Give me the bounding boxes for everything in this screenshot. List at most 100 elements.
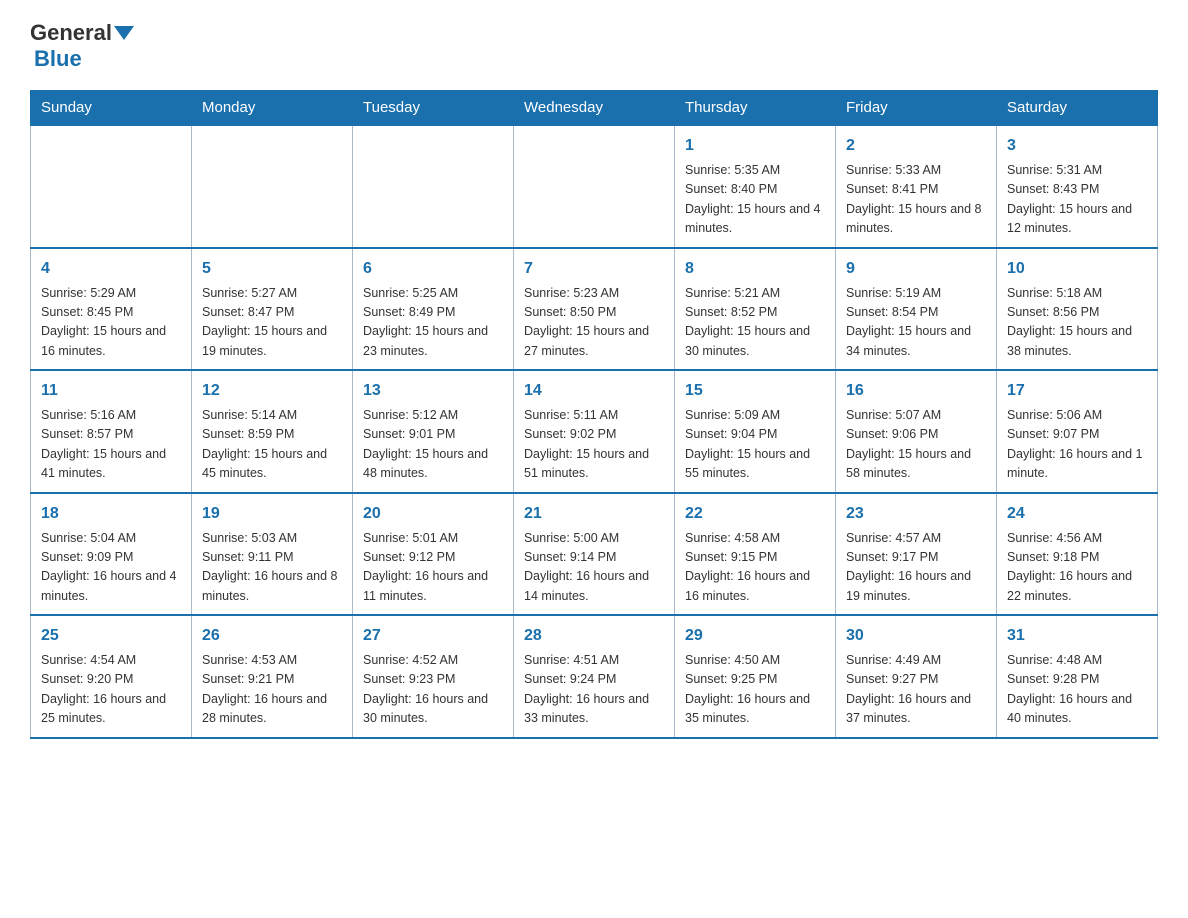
- day-number: 22: [685, 502, 825, 526]
- col-header-saturday: Saturday: [997, 91, 1158, 126]
- day-info: Sunrise: 4:52 AM Sunset: 9:23 PM Dayligh…: [363, 651, 503, 729]
- col-header-tuesday: Tuesday: [353, 91, 514, 126]
- day-number: 6: [363, 257, 503, 281]
- day-info: Sunrise: 4:50 AM Sunset: 9:25 PM Dayligh…: [685, 651, 825, 729]
- col-header-monday: Monday: [192, 91, 353, 126]
- calendar-cell: 16 Sunrise: 5:07 AM Sunset: 9:06 PM Dayli…: [836, 370, 997, 493]
- day-info: Sunrise: 5:35 AM Sunset: 8:40 PM Dayligh…: [685, 161, 825, 239]
- calendar-cell: [31, 125, 192, 248]
- day-number: 24: [1007, 502, 1147, 526]
- calendar-cell: 5 Sunrise: 5:27 AM Sunset: 8:47 PM Daylig…: [192, 248, 353, 371]
- day-number: 9: [846, 257, 986, 281]
- day-number: 18: [41, 502, 181, 526]
- col-header-thursday: Thursday: [675, 91, 836, 126]
- day-number: 20: [363, 502, 503, 526]
- week-row-3: 11Sunrise: 5:16 AM Sunset: 8:57 PM Dayli…: [31, 370, 1158, 493]
- triangle-icon: [114, 26, 134, 40]
- calendar-cell: [514, 125, 675, 248]
- calendar-cell: 24 Sunrise: 4:56 AM Sunset: 9:18 PM Dayli…: [997, 493, 1158, 616]
- day-info: Sunrise: 5:14 AM Sunset: 8:59 PM Dayligh…: [202, 406, 342, 484]
- day-number: 17: [1007, 379, 1147, 403]
- calendar-cell: 28 Sunrise: 4:51 AM Sunset: 9:24 PM Dayli…: [514, 615, 675, 738]
- calendar-cell: 17 Sunrise: 5:06 AM Sunset: 9:07 PM Dayli…: [997, 370, 1158, 493]
- day-number: 26: [202, 624, 342, 648]
- day-info: Sunrise: 4:48 AM Sunset: 9:28 PM Dayligh…: [1007, 651, 1147, 729]
- calendar-cell: 6Sunrise: 5:25 AM Sunset: 8:49 PM Daylig…: [353, 248, 514, 371]
- calendar-cell: [192, 125, 353, 248]
- calendar-cell: 10Sunrise: 5:18 AM Sunset: 8:56 PM Dayli…: [997, 248, 1158, 371]
- day-number: 29: [685, 624, 825, 648]
- day-info: Sunrise: 5:07 AM Sunset: 9:06 PM Dayligh…: [846, 406, 986, 484]
- calendar-cell: 2 Sunrise: 5:33 AM Sunset: 8:41 PM Daylig…: [836, 125, 997, 248]
- day-number: 2: [846, 134, 986, 158]
- day-info: Sunrise: 5:00 AM Sunset: 9:14 PM Dayligh…: [524, 529, 664, 607]
- calendar-cell: 20 Sunrise: 5:01 AM Sunset: 9:12 PM Dayli…: [353, 493, 514, 616]
- calendar-cell: 26 Sunrise: 4:53 AM Sunset: 9:21 PM Dayli…: [192, 615, 353, 738]
- calendar-cell: 29 Sunrise: 4:50 AM Sunset: 9:25 PM Dayli…: [675, 615, 836, 738]
- logo-general: General: [30, 20, 112, 46]
- day-number: 15: [685, 379, 825, 403]
- calendar-cell: 30Sunrise: 4:49 AM Sunset: 9:27 PM Dayli…: [836, 615, 997, 738]
- calendar-cell: 31 Sunrise: 4:48 AM Sunset: 9:28 PM Dayli…: [997, 615, 1158, 738]
- day-number: 3: [1007, 134, 1147, 158]
- day-number: 25: [41, 624, 181, 648]
- col-header-wednesday: Wednesday: [514, 91, 675, 126]
- day-number: 23: [846, 502, 986, 526]
- calendar-cell: 3 Sunrise: 5:31 AM Sunset: 8:43 PM Daylig…: [997, 125, 1158, 248]
- day-info: Sunrise: 5:19 AM Sunset: 8:54 PM Dayligh…: [846, 284, 986, 362]
- day-number: 21: [524, 502, 664, 526]
- calendar-cell: 19Sunrise: 5:03 AM Sunset: 9:11 PM Dayli…: [192, 493, 353, 616]
- calendar-cell: 13Sunrise: 5:12 AM Sunset: 9:01 PM Dayli…: [353, 370, 514, 493]
- calendar-cell: 1Sunrise: 5:35 AM Sunset: 8:40 PM Daylig…: [675, 125, 836, 248]
- day-info: Sunrise: 5:21 AM Sunset: 8:52 PM Dayligh…: [685, 284, 825, 362]
- week-row-4: 18 Sunrise: 5:04 AM Sunset: 9:09 PM Dayli…: [31, 493, 1158, 616]
- day-number: 7: [524, 257, 664, 281]
- day-info: Sunrise: 4:56 AM Sunset: 9:18 PM Dayligh…: [1007, 529, 1147, 607]
- calendar-cell: 14 Sunrise: 5:11 AM Sunset: 9:02 PM Dayli…: [514, 370, 675, 493]
- day-number: 28: [524, 624, 664, 648]
- day-number: 19: [202, 502, 342, 526]
- day-number: 10: [1007, 257, 1147, 281]
- day-info: Sunrise: 5:06 AM Sunset: 9:07 PM Dayligh…: [1007, 406, 1147, 484]
- day-number: 5: [202, 257, 342, 281]
- calendar-cell: 27 Sunrise: 4:52 AM Sunset: 9:23 PM Dayli…: [353, 615, 514, 738]
- day-number: 31: [1007, 624, 1147, 648]
- day-info: Sunrise: 5:04 AM Sunset: 9:09 PM Dayligh…: [41, 529, 181, 607]
- calendar-cell: 11Sunrise: 5:16 AM Sunset: 8:57 PM Dayli…: [31, 370, 192, 493]
- calendar-cell: 25 Sunrise: 4:54 AM Sunset: 9:20 PM Dayli…: [31, 615, 192, 738]
- day-info: Sunrise: 5:01 AM Sunset: 9:12 PM Dayligh…: [363, 529, 503, 607]
- day-number: 4: [41, 257, 181, 281]
- col-header-sunday: Sunday: [31, 91, 192, 126]
- week-row-5: 25 Sunrise: 4:54 AM Sunset: 9:20 PM Dayli…: [31, 615, 1158, 738]
- day-info: Sunrise: 4:58 AM Sunset: 9:15 PM Dayligh…: [685, 529, 825, 607]
- day-info: Sunrise: 4:51 AM Sunset: 9:24 PM Dayligh…: [524, 651, 664, 729]
- calendar-cell: [353, 125, 514, 248]
- day-number: 16: [846, 379, 986, 403]
- day-number: 27: [363, 624, 503, 648]
- calendar-cell: 15 Sunrise: 5:09 AM Sunset: 9:04 PM Dayli…: [675, 370, 836, 493]
- day-info: Sunrise: 5:29 AM Sunset: 8:45 PM Dayligh…: [41, 284, 181, 362]
- day-info: Sunrise: 5:33 AM Sunset: 8:41 PM Dayligh…: [846, 161, 986, 239]
- day-number: 14: [524, 379, 664, 403]
- day-info: Sunrise: 4:49 AM Sunset: 9:27 PM Dayligh…: [846, 651, 986, 729]
- day-info: Sunrise: 4:53 AM Sunset: 9:21 PM Dayligh…: [202, 651, 342, 729]
- day-info: Sunrise: 4:57 AM Sunset: 9:17 PM Dayligh…: [846, 529, 986, 607]
- page-header: General Blue: [30, 20, 1158, 72]
- calendar-cell: 22 Sunrise: 4:58 AM Sunset: 9:15 PM Dayli…: [675, 493, 836, 616]
- day-info: Sunrise: 5:11 AM Sunset: 9:02 PM Dayligh…: [524, 406, 664, 484]
- day-info: Sunrise: 4:54 AM Sunset: 9:20 PM Dayligh…: [41, 651, 181, 729]
- col-header-friday: Friday: [836, 91, 997, 126]
- calendar-table: SundayMondayTuesdayWednesdayThursdayFrid…: [30, 90, 1158, 739]
- day-info: Sunrise: 5:31 AM Sunset: 8:43 PM Dayligh…: [1007, 161, 1147, 239]
- calendar-cell: 23 Sunrise: 4:57 AM Sunset: 9:17 PM Dayli…: [836, 493, 997, 616]
- logo: General Blue: [30, 20, 134, 72]
- calendar-cell: 8 Sunrise: 5:21 AM Sunset: 8:52 PM Daylig…: [675, 248, 836, 371]
- day-info: Sunrise: 5:23 AM Sunset: 8:50 PM Dayligh…: [524, 284, 664, 362]
- calendar-cell: 21 Sunrise: 5:00 AM Sunset: 9:14 PM Dayli…: [514, 493, 675, 616]
- day-number: 8: [685, 257, 825, 281]
- day-info: Sunrise: 5:27 AM Sunset: 8:47 PM Dayligh…: [202, 284, 342, 362]
- calendar-cell: 4 Sunrise: 5:29 AM Sunset: 8:45 PM Daylig…: [31, 248, 192, 371]
- calendar-cell: 12Sunrise: 5:14 AM Sunset: 8:59 PM Dayli…: [192, 370, 353, 493]
- week-row-2: 4 Sunrise: 5:29 AM Sunset: 8:45 PM Daylig…: [31, 248, 1158, 371]
- day-info: Sunrise: 5:09 AM Sunset: 9:04 PM Dayligh…: [685, 406, 825, 484]
